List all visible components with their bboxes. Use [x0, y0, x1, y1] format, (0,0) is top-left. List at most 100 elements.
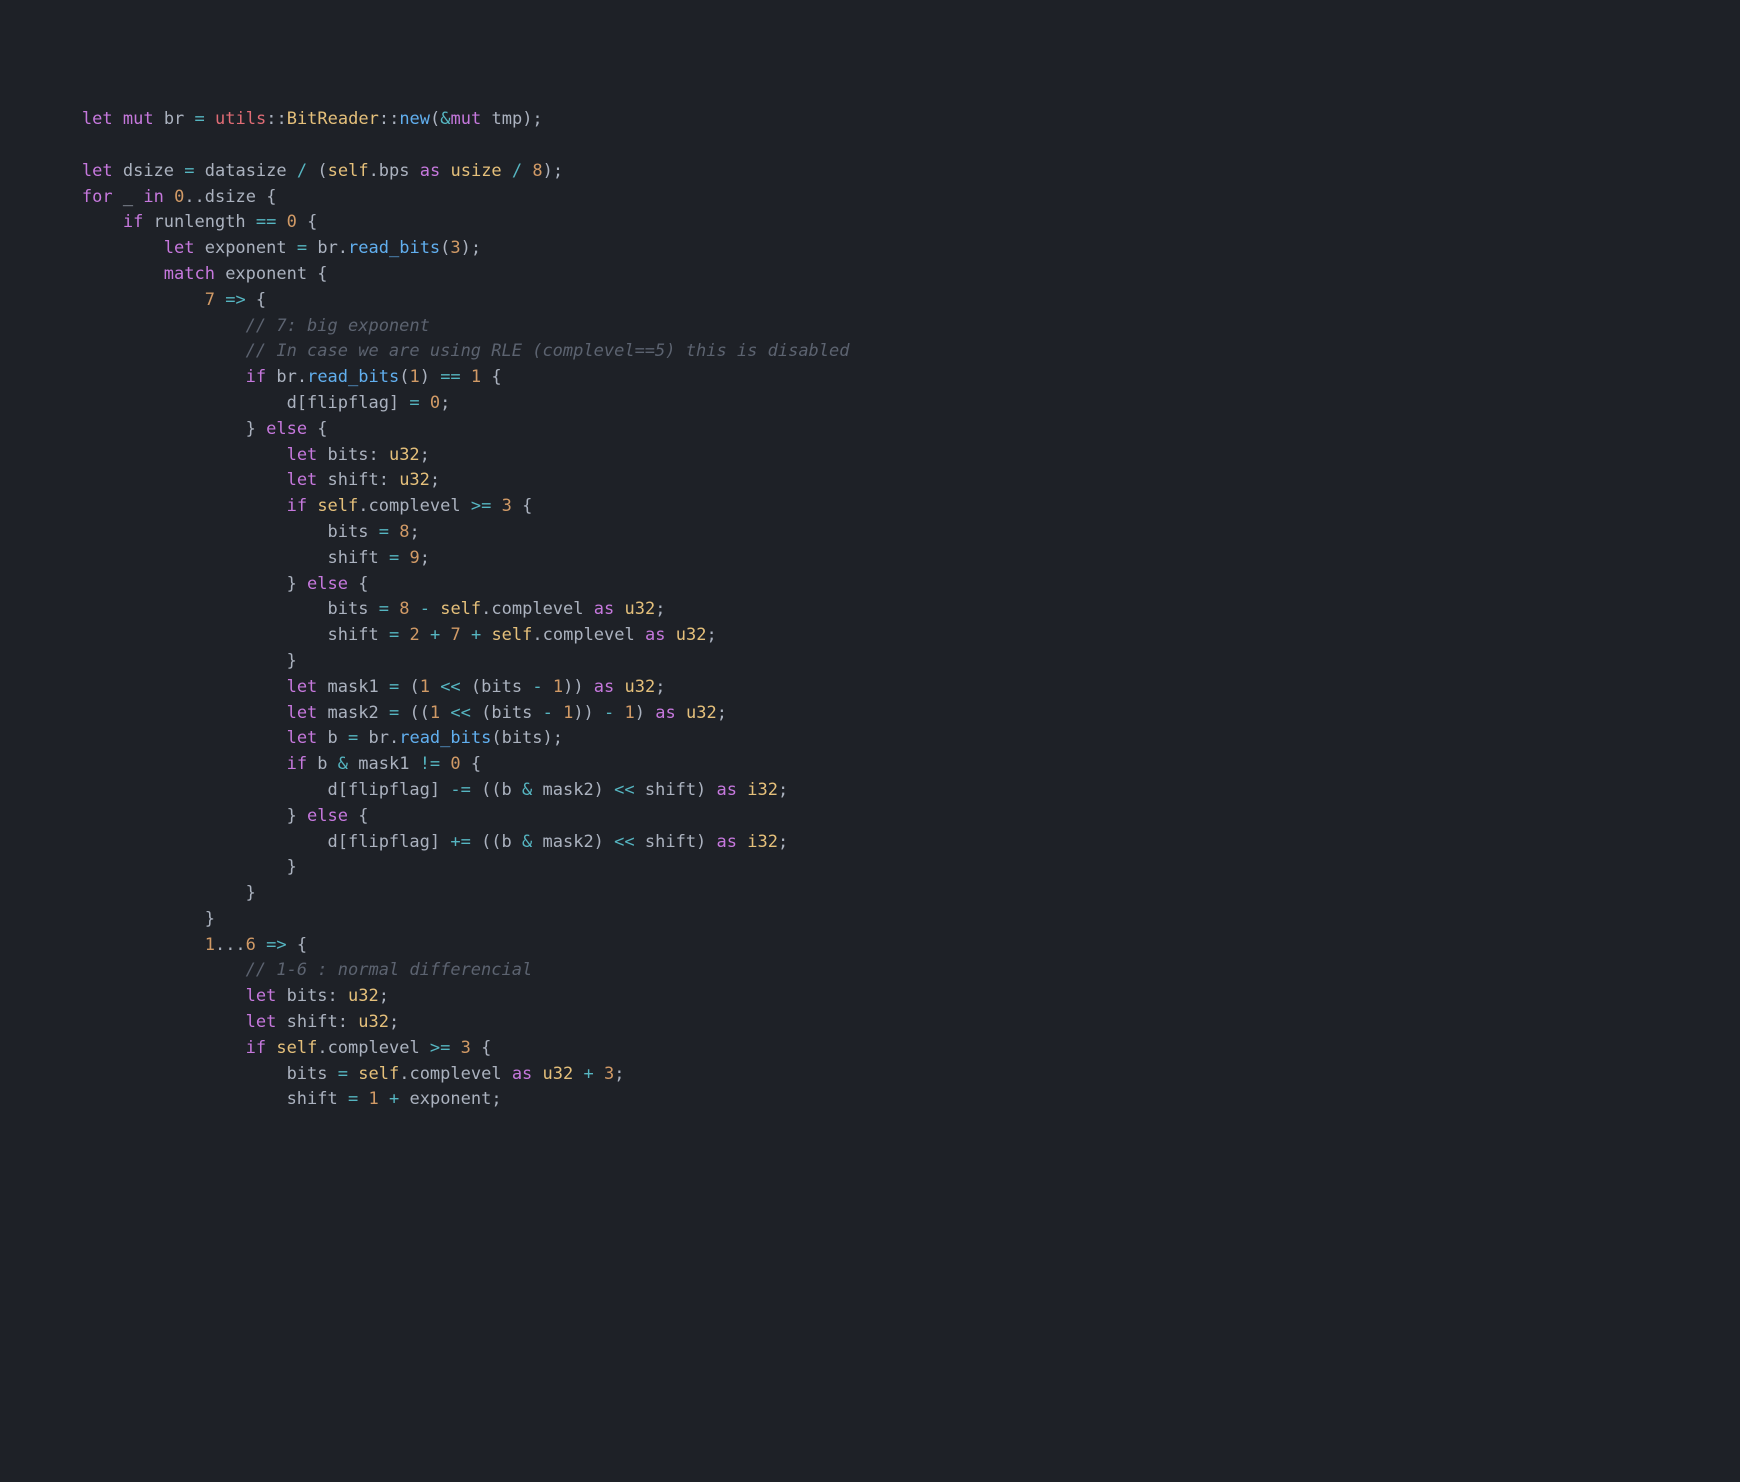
token-plain: { [348, 806, 368, 826]
code-line[interactable]: // 7: big exponent [0, 314, 1740, 340]
code-line[interactable]: shift = 1 + exponent; [0, 1087, 1740, 1113]
token-op: != [420, 754, 440, 774]
code-line[interactable]: for _ in 0..dsize { [0, 185, 1740, 211]
code-line[interactable]: } [0, 855, 1740, 881]
token-plain: } [0, 806, 307, 826]
token-num: 1 [430, 703, 440, 723]
code-line[interactable]: d[flipflag] = 0; [0, 391, 1740, 417]
token-plain: (bits [471, 703, 543, 723]
code-line[interactable]: let b = br.read_bits(bits); [0, 726, 1740, 752]
token-plain [389, 599, 399, 619]
code-line[interactable]: let dsize = datasize / (self.bps as usiz… [0, 159, 1740, 185]
code-line[interactable]: let exponent = br.read_bits(3); [0, 236, 1740, 262]
code-line[interactable]: } else { [0, 572, 1740, 598]
code-line[interactable]: if br.read_bits(1) == 1 { [0, 365, 1740, 391]
token-plain: .bps [369, 161, 420, 181]
token-type: u32 [624, 599, 655, 619]
code-line[interactable]: } [0, 649, 1740, 675]
token-kw: else [307, 574, 348, 594]
code-editor-viewport[interactable]: let mut br = utils::BitReader::new(&mut … [0, 107, 1740, 1113]
code-line[interactable]: let mut br = utils::BitReader::new(&mut … [0, 107, 1740, 133]
code-line[interactable]: shift = 2 + 7 + self.complevel as u32; [0, 623, 1740, 649]
token-plain: bits [0, 522, 379, 542]
code-line[interactable]: if self.complevel >= 3 { [0, 494, 1740, 520]
token-plain: } [0, 574, 307, 594]
token-plain [614, 677, 624, 697]
token-kw: if [287, 754, 307, 774]
token-plain: dsize [113, 161, 185, 181]
code-line[interactable]: 7 => { [0, 288, 1740, 314]
code-line[interactable]: bits = 8; [0, 520, 1740, 546]
token-plain [0, 341, 246, 361]
code-line[interactable]: if b & mask1 != 0 { [0, 752, 1740, 778]
code-line[interactable]: // 1-6 : normal differencial [0, 958, 1740, 984]
token-plain: ); [543, 161, 563, 181]
token-plain: mask2) [532, 780, 614, 800]
code-line[interactable]: } [0, 907, 1740, 933]
code-line[interactable]: bits = 8 - self.complevel as u32; [0, 597, 1740, 623]
token-plain [0, 960, 246, 980]
token-func: read_bits [348, 238, 440, 258]
code-line[interactable]: 1...6 => { [0, 933, 1740, 959]
token-plain [0, 238, 164, 258]
token-num: 1 [420, 677, 430, 697]
token-plain: ; [389, 1012, 399, 1032]
token-op: += [450, 832, 470, 852]
token-plain [0, 367, 246, 387]
code-line[interactable]: } else { [0, 417, 1740, 443]
token-plain: mask2) [532, 832, 614, 852]
token-plain: ; [706, 625, 716, 645]
token-kw: as [594, 599, 614, 619]
code-line[interactable]: let shift: u32; [0, 468, 1740, 494]
code-line[interactable]: if runlength == 0 { [0, 210, 1740, 236]
code-line[interactable]: let mask2 = ((1 << (bits - 1)) - 1) as u… [0, 701, 1740, 727]
token-plain: b [307, 754, 338, 774]
token-plain: ; [614, 1064, 624, 1084]
token-plain: ); [461, 238, 481, 258]
token-plain: ( [399, 367, 409, 387]
token-func: new [399, 109, 430, 129]
token-plain: d[flipflag] [0, 780, 450, 800]
code-line[interactable]: } else { [0, 804, 1740, 830]
code-line[interactable]: shift = 9; [0, 546, 1740, 572]
token-plain [0, 445, 287, 465]
token-plain: .. [184, 187, 204, 207]
token-op: = [338, 1064, 348, 1084]
code-line[interactable]: d[flipflag] -= ((b & mask2) << shift) as… [0, 778, 1740, 804]
token-op: << [614, 780, 634, 800]
code-line[interactable]: let bits: u32; [0, 984, 1740, 1010]
code-line[interactable]: let bits: u32; [0, 443, 1740, 469]
token-op: & [440, 109, 450, 129]
token-plain [348, 1064, 358, 1084]
token-kw: as [594, 677, 614, 697]
token-plain: shift [0, 1089, 348, 1109]
code-line[interactable]: bits = self.complevel as u32 + 3; [0, 1062, 1740, 1088]
code-line[interactable]: d[flipflag] += ((b & mask2) << shift) as… [0, 830, 1740, 856]
token-plain [0, 1012, 246, 1032]
token-kw: let [287, 445, 318, 465]
token-plain: (bits [461, 677, 533, 697]
code-line[interactable]: match exponent { [0, 262, 1740, 288]
token-op: / [512, 161, 522, 181]
token-plain: ; [655, 677, 665, 697]
token-num: 6 [246, 935, 256, 955]
token-plain [676, 703, 686, 723]
token-func: read_bits [399, 728, 491, 748]
token-num: 8 [399, 599, 409, 619]
code-line[interactable]: if self.complevel >= 3 { [0, 1036, 1740, 1062]
code-line[interactable]: let shift: u32; [0, 1010, 1740, 1036]
token-plain: ) [635, 703, 655, 723]
code-line[interactable]: let mask1 = (1 << (bits - 1)) as u32; [0, 675, 1740, 701]
token-plain: shift) [635, 780, 717, 800]
code-line[interactable] [0, 133, 1740, 159]
token-plain: { [471, 1038, 491, 1058]
token-kw: as [420, 161, 440, 181]
code-line[interactable]: } [0, 881, 1740, 907]
token-plain [737, 832, 747, 852]
token-plain: shift: [276, 1012, 358, 1032]
token-plain [379, 1089, 389, 1109]
token-kw: if [246, 367, 266, 387]
code-line[interactable]: // In case we are using RLE (complevel==… [0, 339, 1740, 365]
token-plain: { [307, 419, 327, 439]
token-plain [573, 1064, 583, 1084]
